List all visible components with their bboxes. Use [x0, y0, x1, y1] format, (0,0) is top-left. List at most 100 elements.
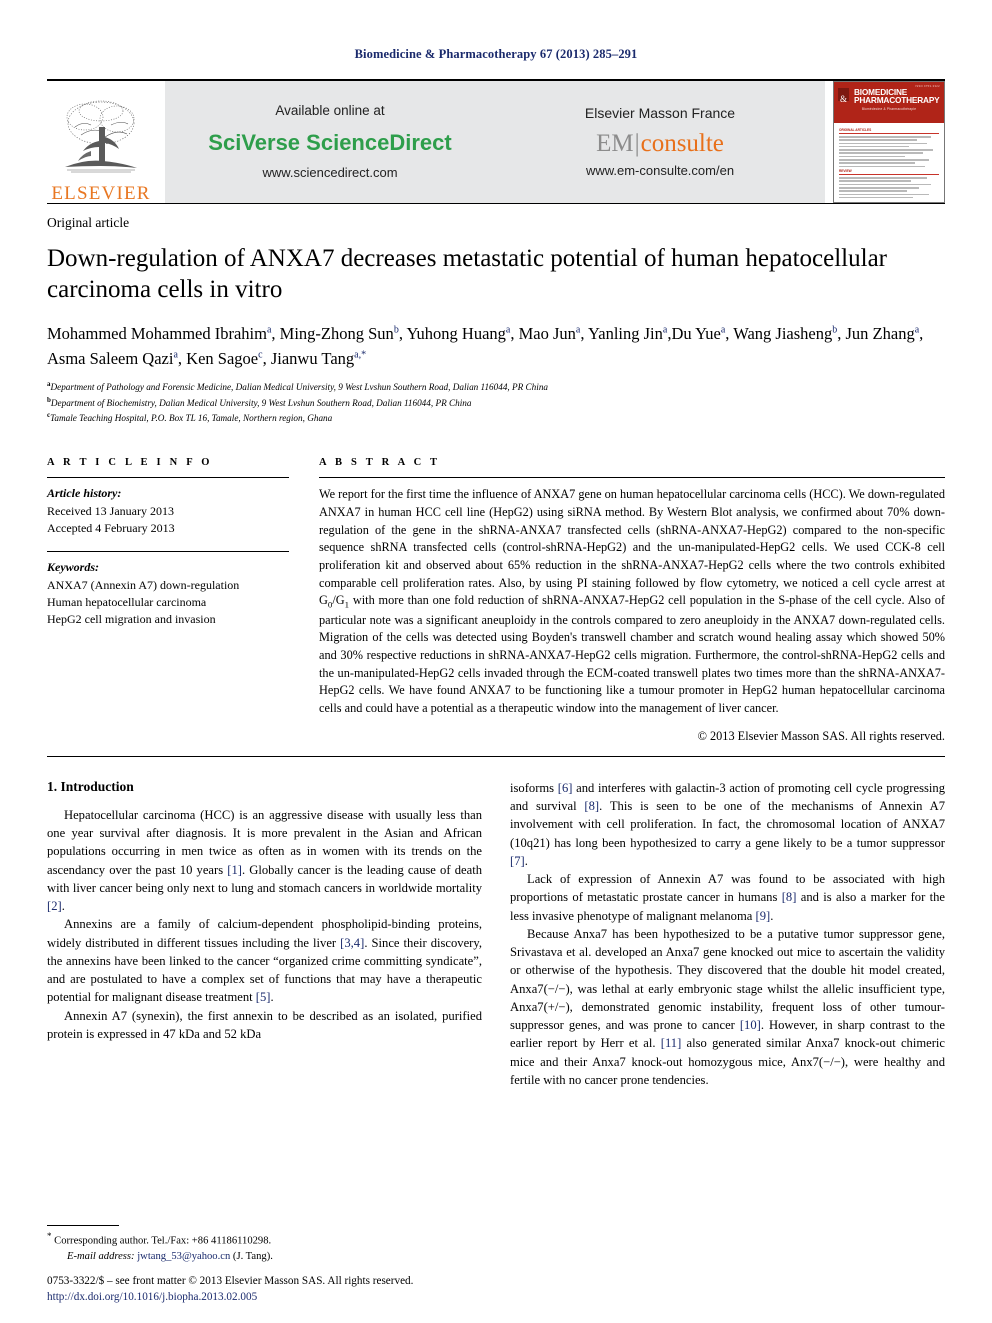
info-abstract-row: A R T I C L E I N F O Article history: R…	[47, 457, 945, 744]
doi-link[interactable]: http://dx.doi.org/10.1016/j.biopha.2013.…	[47, 1289, 527, 1305]
em-divider: |	[634, 130, 640, 158]
consulte-text: consulte	[640, 130, 724, 158]
citation-ref[interactable]: [5]	[256, 990, 271, 1004]
author-affiliation-mark: a	[575, 324, 581, 336]
email-note: E-mail address: jwtang_53@yahoo.cn (J. T…	[47, 1249, 477, 1265]
abstract-bottom-rule	[47, 755, 945, 757]
author-name: Yuhong Huang	[406, 323, 506, 343]
author-name: Ken Sagoe	[186, 348, 259, 368]
citation-ref[interactable]: [3,4]	[340, 936, 364, 950]
abstract-slash: /G	[332, 593, 345, 608]
affiliation-item: bDepartment of Biochemistry, Dalian Medi…	[47, 395, 945, 410]
two-column-body: 1. Introduction Hepatocellular carcinoma…	[47, 779, 945, 1089]
citation-ref[interactable]: [1]	[227, 863, 242, 877]
emconsulte-block: Elsevier Masson France EM|consulte www.e…	[495, 103, 825, 181]
author-name: Mohammed Mohammed Ibrahim	[47, 323, 267, 343]
author-affiliation-mark: a,*	[354, 349, 367, 360]
paragraph-text: .	[61, 899, 65, 914]
article-type-label: Original article	[47, 215, 130, 230]
paragraph-text: Annexin A7 (synexin), the first annexin …	[47, 1008, 482, 1041]
cover-title-line2: PHARMACOTHERAPY	[854, 95, 940, 106]
citation-ref[interactable]: [8]	[782, 890, 797, 904]
abstract-column: A B S T R A C T We report for the first …	[319, 457, 945, 744]
author-name: Wang Jiasheng	[733, 323, 833, 343]
cover-ampersand: &	[840, 94, 848, 104]
sciverse-text: SciVerse	[208, 130, 307, 156]
history-received: Received 13 January 2013	[47, 504, 174, 519]
journal-masthead: ELSEVIER Available online at SciVerse Sc…	[47, 79, 945, 203]
footnote-block: * Corresponding author. Tel./Fax: +86 41…	[47, 1224, 477, 1265]
article-info-heading: A R T I C L E I N F O	[47, 457, 213, 469]
masthead-bottom-rule	[47, 203, 945, 204]
author-list: Mohammed Mohammed Ibrahima, Ming-Zhong S…	[47, 323, 924, 368]
paragraph: Annexin A7 (synexin), the first annexin …	[47, 1007, 482, 1044]
abstract-heading: A B S T R A C T	[319, 457, 441, 469]
cover-divider	[839, 133, 939, 134]
citation-ref[interactable]: [6]	[558, 781, 573, 795]
sciencedirect-wordmark: SciVerse ScienceDirect	[165, 127, 495, 159]
keyword-item: ANXA7 (Annexin A7) down-regulation	[47, 578, 240, 593]
paragraph-text: .	[524, 853, 528, 868]
article-info-rule	[47, 477, 289, 479]
paragraph-text: isoforms	[510, 780, 558, 795]
author-name: Jianwu Tang	[270, 348, 355, 368]
author-affiliation-mark: a	[914, 324, 920, 336]
corresponding-marker: *	[47, 1230, 52, 1241]
paragraph: Lack of expression of Annexin A7 was fou…	[510, 870, 945, 925]
keywords-rule	[47, 551, 289, 553]
article-content: Original article Down-regulation of ANXA…	[47, 215, 945, 744]
elsevier-wordmark: ELSEVIER	[51, 183, 151, 204]
paragraph: Hepatocellular carcinoma (HCC) is an agg…	[47, 806, 482, 916]
article-info-column: A R T I C L E I N F O Article history: R…	[47, 457, 319, 744]
paragraph-text: .	[770, 908, 774, 923]
journal-cover-thumbnail: ISSN 0753-3322 & BIOMEDICINE PHARMACOTHE…	[833, 81, 945, 203]
imprint-block: 0753-3322/$ – see front matter © 2013 El…	[47, 1273, 527, 1305]
emconsulte-wordmark: EM|consulte	[495, 131, 825, 156]
masthead-banner: Available online at SciVerse ScienceDire…	[165, 81, 825, 203]
citation-ref[interactable]: [11]	[661, 1036, 682, 1050]
issn-front-matter: 0753-3322/$ – see front matter © 2013 El…	[47, 1274, 414, 1287]
paper-page: Biomedicine & Pharmacotherapy 67 (2013) …	[0, 0, 992, 1323]
cover-contents-list: ORIGINAL ARTICLES REVIEW	[834, 123, 944, 202]
footnote-rule	[47, 1224, 119, 1226]
paragraph: Because Anxa7 has been hypothesized to b…	[510, 925, 945, 1089]
journal-running-head: Biomedicine & Pharmacotherapy 67 (2013) …	[354, 47, 638, 61]
history-accepted: Accepted 4 February 2013	[47, 521, 175, 536]
cover-section-1: ORIGINAL ARTICLES	[839, 128, 872, 132]
emconsulte-url[interactable]: www.em-consulte.com/en	[495, 162, 825, 181]
author-name: Yanling Jin	[588, 323, 663, 343]
affiliation-text: Department of Pathology and Forensic Med…	[50, 382, 549, 393]
affiliation-list: aDepartment of Pathology and Forensic Me…	[47, 379, 945, 425]
affiliation-text: Department of Biochemistry, Dalian Medic…	[50, 397, 472, 408]
sciencedirect-url[interactable]: www.sciencedirect.com	[165, 164, 495, 183]
paragraph-text: .	[270, 990, 274, 1005]
citation-ref[interactable]: [7]	[510, 854, 525, 868]
paragraph: Annexins are a family of calcium-depende…	[47, 915, 482, 1006]
left-column: 1. Introduction Hepatocellular carcinoma…	[47, 779, 482, 1089]
author-affiliation-mark: a	[720, 324, 726, 336]
email-label: E-mail address:	[67, 1251, 135, 1263]
citation-ref[interactable]: [8]	[584, 799, 599, 813]
citation-ref[interactable]: [10]	[740, 1018, 761, 1032]
corresponding-author-text: Corresponding author. Tel./Fax: +86 4118…	[54, 1235, 272, 1247]
author-name: Mao Jun	[518, 323, 576, 343]
citation-ref[interactable]: [2]	[47, 899, 62, 913]
author-affiliation-mark: a	[266, 324, 272, 336]
cover-subtitle: Biomédecine & Pharmacothérapie	[861, 106, 917, 111]
email-link[interactable]: jwtang_53@yahoo.cn	[137, 1251, 230, 1262]
section-heading-introduction: 1. Introduction	[47, 778, 134, 794]
citation-ref[interactable]: [9]	[756, 909, 771, 923]
abstract-copyright: © 2013 Elsevier Masson SAS. All rights r…	[697, 728, 945, 743]
elsevier-logo: ELSEVIER	[47, 81, 155, 203]
affiliation-item: aDepartment of Pathology and Forensic Me…	[47, 379, 945, 394]
author-name: Ming-Zhong Sun	[279, 323, 394, 343]
right-column: isoforms [6] and interferes with galacti…	[510, 779, 945, 1089]
author-name: Du Yue	[671, 323, 721, 343]
corresponding-author-note: * Corresponding author. Tel./Fax: +86 41…	[47, 1230, 477, 1249]
em-text: EM	[596, 130, 634, 158]
author-affiliation-mark: b	[832, 324, 838, 336]
paragraph: isoforms [6] and interferes with galacti…	[510, 779, 945, 870]
affiliation-item: cTamale Teaching Hospital, P.O. Box TL 1…	[47, 410, 945, 425]
keywords-label: Keywords:	[47, 560, 99, 575]
sciencedirect-text: ScienceDirect	[306, 130, 452, 156]
